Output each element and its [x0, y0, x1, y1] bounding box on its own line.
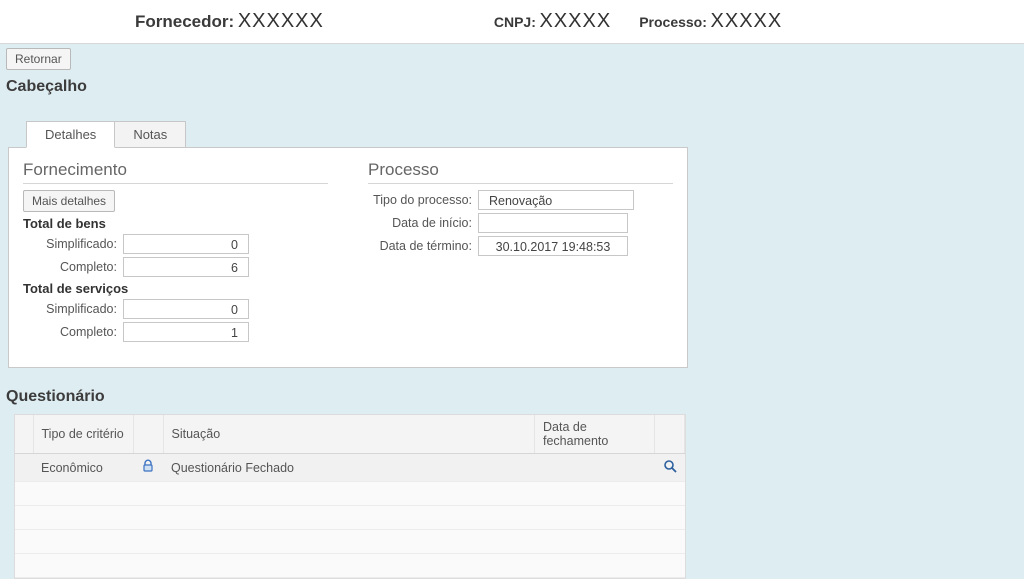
- bens-compl-label: Completo:: [23, 260, 123, 274]
- mais-detalhes-button[interactable]: Mais detalhes: [23, 190, 115, 212]
- col-fechamento[interactable]: Data de fechamento: [535, 415, 655, 454]
- table-row[interactable]: Econômico Questionário Fechado: [15, 454, 685, 482]
- serv-completo-row: Completo: 1: [23, 322, 328, 342]
- cell-situacao: Questionário Fechado: [163, 454, 535, 482]
- bens-simplificado-row: Simplificado: 0: [23, 234, 328, 254]
- questionario-heading: Questionário: [0, 386, 1024, 412]
- tipo-processo-row: Tipo do processo: Renovação: [368, 190, 673, 210]
- processo-label: Processo:: [639, 14, 707, 30]
- cell-lock: [133, 454, 163, 482]
- data-inicio-label: Data de início:: [368, 216, 478, 230]
- serv-compl-value: 1: [123, 322, 249, 342]
- processo-value: XXXXX: [711, 10, 783, 32]
- processo-group: Processo: XXXXX: [639, 10, 782, 33]
- table-row: [15, 530, 685, 554]
- serv-simplificado-row: Simplificado: 0: [23, 299, 328, 319]
- cnpj-group: CNPJ: XXXXX: [494, 10, 611, 33]
- cabecalho-panel-wrap: Detalhes Notas Fornecimento Mais detalhe…: [0, 120, 1024, 368]
- fornecedor-group: Fornecedor: XXXXXX: [135, 10, 324, 33]
- fornecimento-title: Fornecimento: [23, 158, 328, 184]
- serv-compl-label: Completo:: [23, 325, 123, 339]
- fornecimento-column: Fornecimento Mais detalhes Total de bens…: [23, 158, 328, 345]
- table-row: [15, 506, 685, 530]
- lock-icon: [141, 462, 155, 476]
- tabs: Detalhes Notas: [26, 121, 1016, 148]
- questionario-table-wrap: Tipo de critério Situação Data de fecham…: [14, 414, 686, 579]
- tipo-processo-value: Renovação: [478, 190, 634, 210]
- cell-blank: [15, 454, 33, 482]
- cnpj-value: XXXXX: [540, 10, 612, 32]
- data-termino-value: 30.10.2017 19:48:53: [478, 236, 628, 256]
- processo-column: Processo Tipo do processo: Renovação Dat…: [368, 158, 673, 345]
- cell-fechamento: [535, 454, 655, 482]
- col-action: [655, 415, 685, 454]
- tab-notas[interactable]: Notas: [115, 121, 186, 148]
- tipo-processo-label: Tipo do processo:: [368, 193, 478, 207]
- col-blank: [15, 415, 33, 454]
- total-servicos-label: Total de serviços: [23, 281, 328, 296]
- col-icon: [133, 415, 163, 454]
- fornecedor-label: Fornecedor:: [135, 12, 234, 31]
- cell-view[interactable]: [655, 454, 685, 482]
- data-termino-label: Data de término:: [368, 239, 478, 253]
- questionario-block: Questionário Tipo de critério Situação D…: [0, 386, 1024, 579]
- data-termino-row: Data de término: 30.10.2017 19:48:53: [368, 236, 673, 256]
- magnifier-icon: [663, 462, 677, 476]
- cell-tipo: Econômico: [33, 454, 133, 482]
- top-header: Fornecedor: XXXXXX CNPJ: XXXXX Processo:…: [0, 0, 1024, 44]
- table-row: [15, 554, 685, 578]
- tab-detalhes[interactable]: Detalhes: [26, 121, 115, 148]
- total-bens-label: Total de bens: [23, 216, 328, 231]
- details-panel: Fornecimento Mais detalhes Total de bens…: [8, 147, 688, 368]
- questionario-table: Tipo de critério Situação Data de fecham…: [15, 415, 685, 578]
- serv-simpl-label: Simplificado:: [23, 302, 123, 316]
- data-inicio-value: [478, 213, 628, 233]
- fornecedor-value: XXXXXX: [238, 10, 324, 32]
- toolbar: Retornar: [0, 44, 1024, 76]
- serv-simpl-value: 0: [123, 299, 249, 319]
- processo-title: Processo: [368, 158, 673, 184]
- bens-simpl-label: Simplificado:: [23, 237, 123, 251]
- table-row: [15, 482, 685, 506]
- data-inicio-row: Data de início:: [368, 213, 673, 233]
- bens-compl-value: 6: [123, 257, 249, 277]
- bens-simpl-value: 0: [123, 234, 249, 254]
- col-tipo[interactable]: Tipo de critério: [33, 415, 133, 454]
- retornar-button[interactable]: Retornar: [6, 48, 71, 70]
- cabecalho-heading: Cabeçalho: [0, 76, 1024, 102]
- bens-completo-row: Completo: 6: [23, 257, 328, 277]
- cnpj-label: CNPJ:: [494, 14, 536, 30]
- col-situacao[interactable]: Situação: [163, 415, 535, 454]
